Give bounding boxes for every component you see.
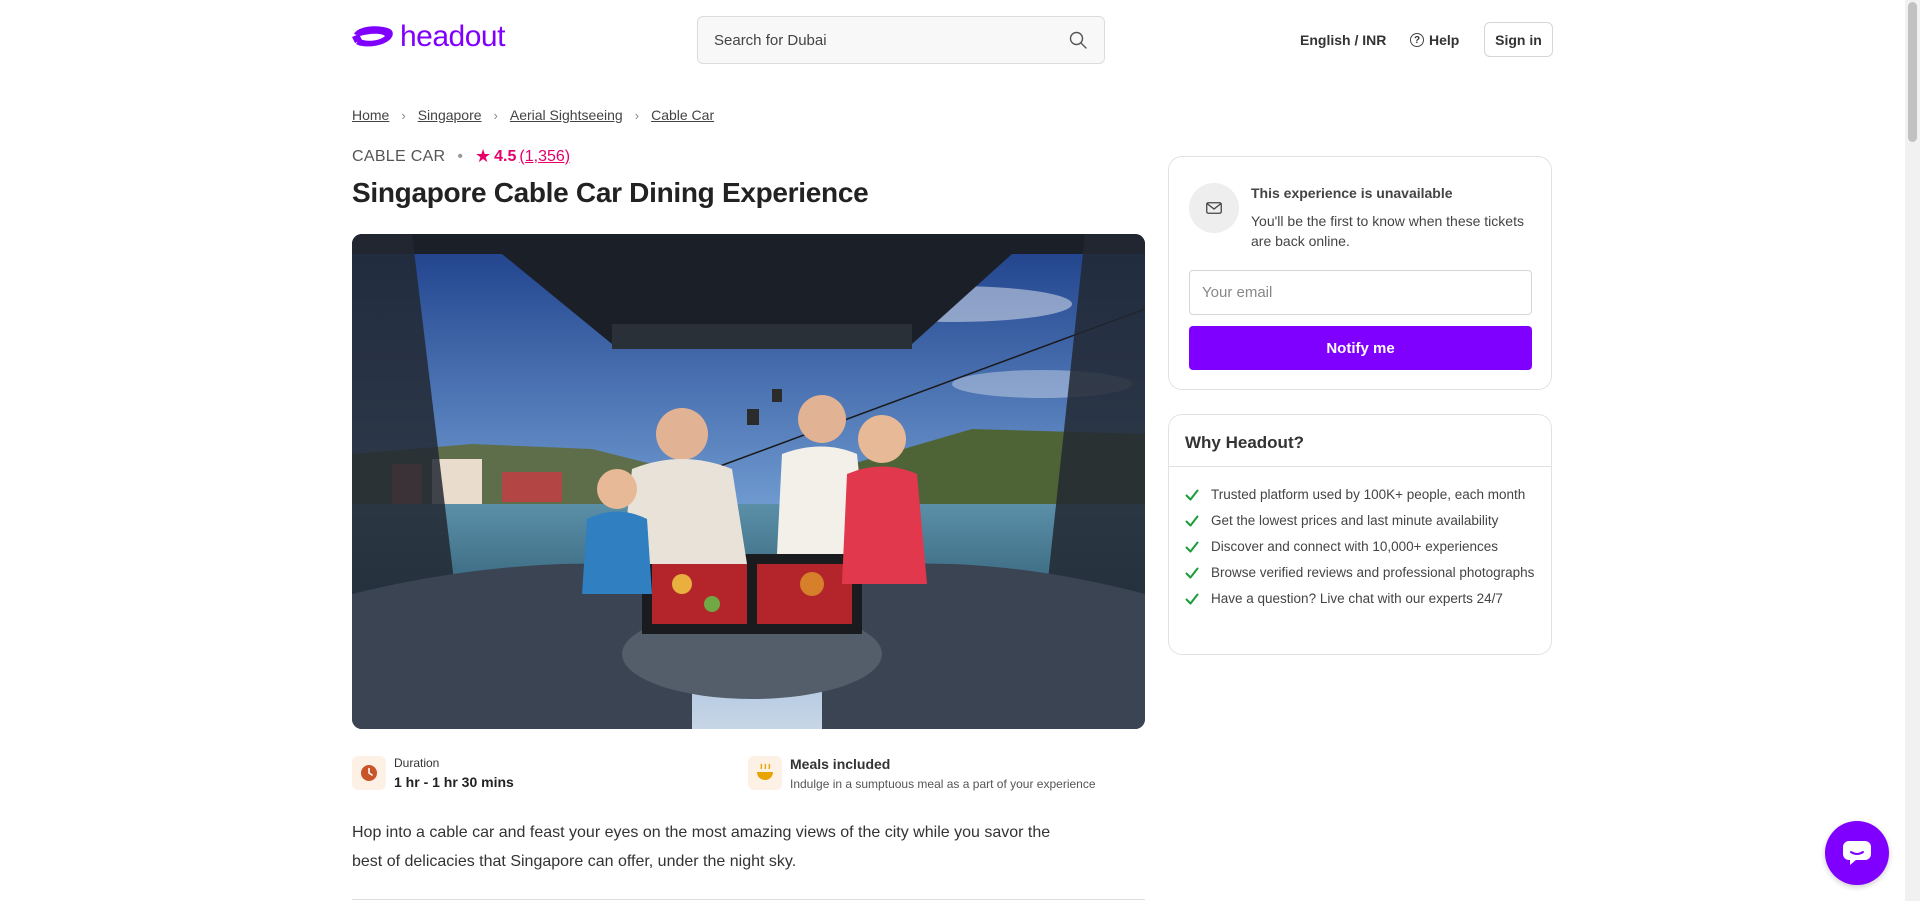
list-item: Browse verified reviews and professional…	[1185, 565, 1535, 581]
meals-title: Meals included	[790, 756, 891, 772]
meal-bowl-icon	[748, 756, 782, 790]
notify-me-button[interactable]: Notify me	[1189, 326, 1532, 370]
email-field[interactable]	[1189, 270, 1532, 315]
chat-icon	[1843, 841, 1871, 865]
why-headout-card: Why Headout? Trusted platform used by 10…	[1168, 414, 1552, 655]
check-icon	[1185, 515, 1199, 527]
breadcrumb-home[interactable]: Home	[352, 107, 389, 123]
logo-text: headout	[400, 20, 505, 53]
list-item: Trusted platform used by 100K+ people, e…	[1185, 487, 1535, 503]
meals-feature: Meals included Indulge in a sumptuous me…	[748, 756, 1096, 791]
separator-dot: •	[457, 147, 464, 165]
cable-car-dining-photo	[352, 234, 1145, 729]
check-icon	[1185, 567, 1199, 579]
unavailable-card: This experience is unavailable You'll be…	[1168, 156, 1552, 390]
clock-icon	[352, 756, 386, 790]
chevron-right-icon: ›	[493, 107, 498, 123]
list-item: Get the lowest prices and last minute av…	[1185, 513, 1535, 529]
chevron-right-icon: ›	[401, 107, 406, 123]
mail-icon	[1189, 183, 1239, 233]
sign-in-button[interactable]: Sign in	[1484, 22, 1553, 57]
product-description: Hop into a cable car and feast your eyes…	[352, 824, 1051, 870]
why-item-text: Get the lowest prices and last minute av…	[1211, 513, 1499, 528]
headout-logo-icon	[352, 26, 393, 47]
header: headout English / INR ? Help Sign in	[0, 0, 1905, 80]
why-item-text: Discover and connect with 10,000+ experi…	[1211, 539, 1499, 554]
product-meta: CABLE CAR • ★ 4.5 (1,356)	[352, 146, 570, 167]
unavailable-subtitle: You'll be the first to know when these t…	[1251, 213, 1524, 249]
check-icon	[1185, 489, 1199, 501]
check-icon	[1185, 593, 1199, 605]
breadcrumb: Home › Singapore › Aerial Sightseeing › …	[352, 107, 714, 123]
rating-value: 4.5	[494, 147, 517, 165]
list-item: Discover and connect with 10,000+ experi…	[1185, 539, 1535, 555]
search-bar[interactable]	[697, 16, 1105, 64]
search-icon[interactable]	[1068, 30, 1088, 50]
help-link[interactable]: ? Help	[1410, 32, 1459, 48]
scrollbar-thumb[interactable]	[1908, 2, 1917, 142]
unavailable-title: This experience is unavailable	[1251, 185, 1453, 201]
page-scrollbar[interactable]	[1905, 0, 1920, 901]
language-currency-selector[interactable]: English / INR	[1300, 32, 1386, 48]
chevron-right-icon: ›	[634, 107, 640, 123]
help-icon: ?	[1410, 33, 1424, 47]
breadcrumb-singapore[interactable]: Singapore	[418, 107, 482, 123]
why-item-text: Browse verified reviews and professional…	[1211, 565, 1535, 580]
why-headout-title: Why Headout?	[1169, 415, 1551, 467]
duration-feature: Duration 1 hr - 1 hr 30 mins	[352, 756, 514, 790]
duration-value: 1 hr - 1 hr 30 mins	[394, 774, 514, 790]
chat-button[interactable]	[1825, 821, 1889, 885]
product-category[interactable]: CABLE CAR	[352, 148, 445, 166]
headout-logo[interactable]: headout	[352, 20, 505, 54]
star-icon: ★	[475, 146, 492, 166]
search-input[interactable]	[714, 31, 1068, 49]
breadcrumb-cable-car[interactable]: Cable Car	[651, 107, 714, 123]
list-item: Have a question? Live chat with our expe…	[1185, 591, 1535, 607]
divider	[352, 899, 1145, 900]
why-item-text: Trusted platform used by 100K+ people, e…	[1211, 487, 1526, 502]
page-title: Singapore Cable Car Dining Experience	[352, 177, 869, 208]
check-icon	[1185, 541, 1199, 553]
help-label: Help	[1429, 32, 1460, 48]
why-headout-list: Trusted platform used by 100K+ people, e…	[1169, 467, 1551, 607]
duration-label: Duration	[394, 756, 440, 770]
breadcrumb-aerial-sightseeing[interactable]: Aerial Sightseeing	[510, 107, 623, 123]
meals-subtitle: Indulge in a sumptuous meal as a part of…	[790, 777, 1096, 791]
rating-count-link[interactable]: (1,356)	[519, 148, 570, 166]
why-item-text: Have a question? Live chat with our expe…	[1211, 591, 1503, 606]
hero-image[interactable]	[352, 234, 1145, 729]
